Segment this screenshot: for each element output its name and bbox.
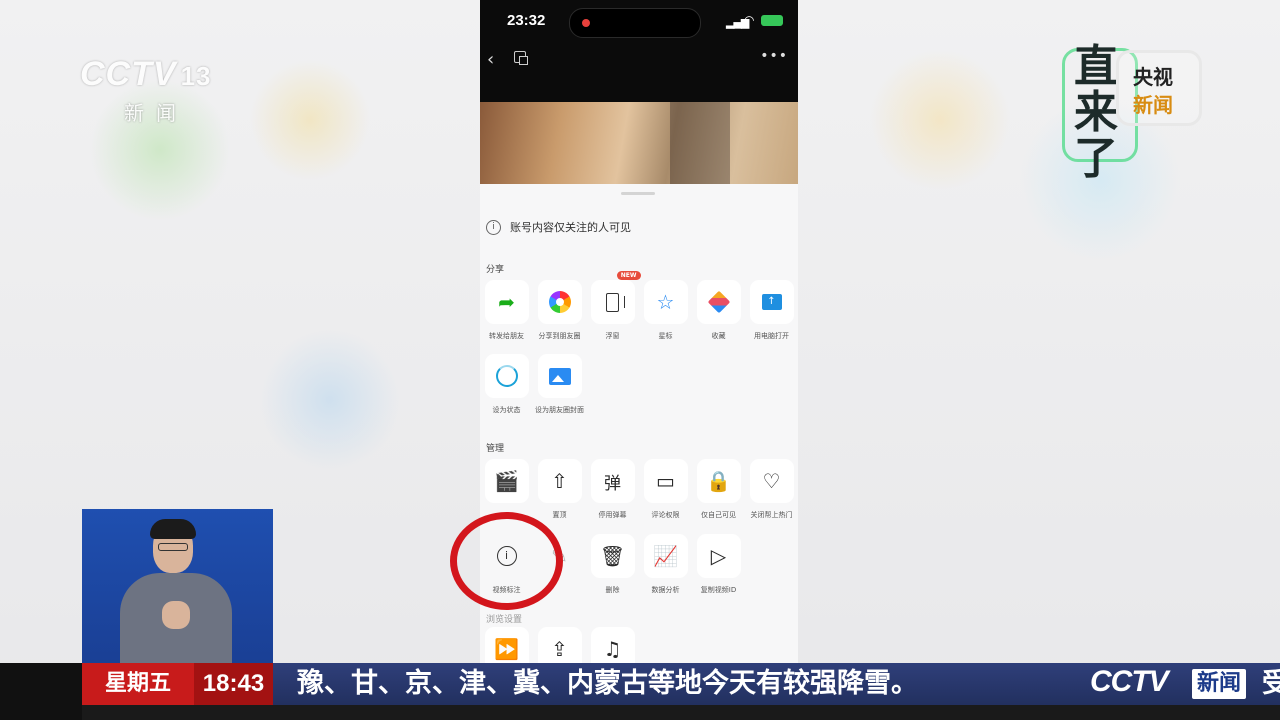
share-forward-button[interactable]: ➦ 转发给朋友 — [480, 280, 533, 341]
cover-image-icon — [548, 367, 571, 385]
mini-window-icon[interactable] — [514, 51, 528, 65]
comment-permission-button[interactable]: ▭ 评论权限 — [639, 459, 692, 520]
float-window-button[interactable]: NEW 浮窗 — [586, 271, 641, 341]
cctv-brand: CCTV — [80, 55, 177, 93]
channel-subtitle: 新闻 — [124, 101, 188, 125]
ticker-time: 18:43 — [194, 663, 273, 705]
monitor-icon: ↑ — [761, 294, 782, 310]
danmaku-label: 停用弹幕 — [598, 511, 627, 519]
share-arrow-icon: ➦ — [498, 290, 515, 314]
star-button[interactable]: ☆ 星标 — [639, 280, 692, 341]
program-logo: 直来了 央视 新闻 — [1062, 38, 1202, 182]
set-status-label: 设为状态 — [492, 406, 521, 414]
more-icon[interactable]: ••• — [760, 48, 788, 64]
data-analysis-button[interactable]: 📈 数据分析 — [639, 534, 692, 595]
interpreter-glasses — [158, 543, 188, 551]
status-time: 23:32 — [507, 12, 546, 29]
danmaku-icon: 弹 — [604, 473, 621, 494]
only-me-button[interactable]: 🔒 仅自己可见 — [692, 459, 745, 520]
star-label: 星标 — [658, 332, 673, 340]
comment-permission-icon: ▭ — [656, 469, 675, 493]
ticker-headline: 豫、甘、京、津、冀、内蒙古等地今天有较强降雪。 — [273, 663, 1088, 705]
chart-icon: 📈 — [653, 544, 678, 568]
pin-top-label: 置顶 — [552, 511, 567, 519]
ticker-underbar — [82, 705, 1280, 720]
status-ring-icon — [495, 365, 518, 387]
comment-permission-label: 评论权限 — [651, 511, 680, 519]
trash-icon: 🗑 — [599, 544, 626, 568]
pin-top-icon: ⇧ — [551, 469, 568, 493]
badge-line1: 央视 — [1133, 65, 1173, 89]
danmaku-button[interactable]: 弹 停用弹幕 — [586, 459, 639, 520]
copy-video-id-label: 复制视频ID — [700, 586, 737, 594]
only-me-label: 仅自己可见 — [701, 511, 736, 519]
share-section-title: 分享 — [486, 265, 505, 275]
open-on-pc-button[interactable]: ↑ 用电脑打开 — [745, 280, 798, 341]
video-preview[interactable] — [480, 102, 798, 184]
cctv13-logo: CCTV 13 新闻 — [80, 55, 246, 127]
more-section-title: 浏览设置 — [486, 615, 523, 625]
badge-line2: 新闻 — [1133, 93, 1173, 117]
set-cover-button[interactable]: 设为朋友圈封面 — [533, 354, 586, 415]
interpreter-hands — [162, 601, 190, 629]
music-icon: ♫ — [603, 637, 622, 661]
forward-play-button[interactable]: ⏩ — [480, 627, 533, 665]
ticker-brand: CCTV — [1090, 665, 1169, 698]
clapper-icon: 🎬 — [494, 469, 519, 493]
ticker-trailing-text: 受 — [1262, 668, 1280, 699]
music-button[interactable]: ♫ — [586, 627, 639, 665]
ticker-day: 星期五 — [82, 663, 194, 705]
upload-button[interactable]: ⇪ — [533, 627, 586, 665]
open-on-pc-label: 用电脑打开 — [754, 332, 789, 340]
visibility-notice: i 账号内容仅关注的人可见 — [486, 218, 631, 236]
battery-icon — [761, 15, 783, 26]
favorite-button[interactable]: 收藏 — [692, 280, 745, 341]
delete-label: 删除 — [605, 586, 620, 594]
heart-lock-icon: ♡ — [762, 469, 781, 493]
share-moments-button[interactable]: 分享到朋友圈 — [533, 280, 586, 341]
clapper-button[interactable]: 🎬 — [480, 459, 533, 510]
set-status-button[interactable]: 设为状态 — [480, 354, 533, 415]
lock-icon: 🔒 — [706, 469, 731, 493]
pin-top-button[interactable]: ⇧ 置顶 — [533, 459, 586, 520]
cctv-news-badge: 央视 新闻 — [1116, 50, 1202, 126]
recording-dot-icon — [582, 19, 590, 27]
share-moments-label: 分享到朋友圈 — [538, 332, 581, 340]
favorite-cube-icon — [707, 290, 730, 314]
dynamic-island — [569, 8, 701, 38]
ticker-brand-tag: 新闻 — [1192, 669, 1247, 699]
new-badge: NEW — [616, 271, 641, 280]
manage-section-title: 管理 — [486, 444, 505, 454]
highlight-circle — [450, 512, 563, 610]
sign-language-window — [82, 509, 273, 667]
copy-video-id-button[interactable]: ▷ 复制视频ID — [692, 534, 745, 595]
wifi-icon: ◠ — [744, 13, 755, 27]
close-trending-button[interactable]: ♡ 关闭帮上热门 — [745, 459, 798, 520]
notice-text: 账号内容仅关注的人可见 — [510, 221, 631, 234]
interpreter-hair — [150, 519, 196, 539]
cctv-news-logo: CCTV 新闻 受 — [1088, 663, 1280, 705]
close-trending-label: 关闭帮上热门 — [750, 511, 793, 519]
upload-icon: ⇪ — [551, 637, 568, 661]
channel-number: 13 — [180, 61, 212, 91]
set-cover-label: 设为朋友圈封面 — [535, 406, 584, 414]
delete-button[interactable]: 🗑 删除 — [586, 534, 639, 595]
status-bar: 23:32 ▂▄▆ ◠ — [480, 0, 798, 42]
forward-play-icon: ⏩ — [494, 637, 519, 661]
float-window-icon — [606, 292, 625, 312]
share-forward-label: 转发给朋友 — [489, 332, 524, 340]
video-id-icon: ▷ — [710, 544, 727, 568]
data-analysis-label: 数据分析 — [651, 586, 680, 594]
info-icon: i — [486, 219, 501, 235]
back-icon[interactable]: ‹ — [487, 49, 494, 70]
sheet-handle[interactable] — [621, 192, 655, 195]
moments-camera-icon — [548, 291, 571, 313]
favorite-label: 收藏 — [711, 332, 726, 340]
video-nav-bar: ‹ ••• — [480, 42, 798, 102]
star-icon: ☆ — [656, 290, 675, 314]
float-window-label: 浮窗 — [605, 332, 620, 340]
